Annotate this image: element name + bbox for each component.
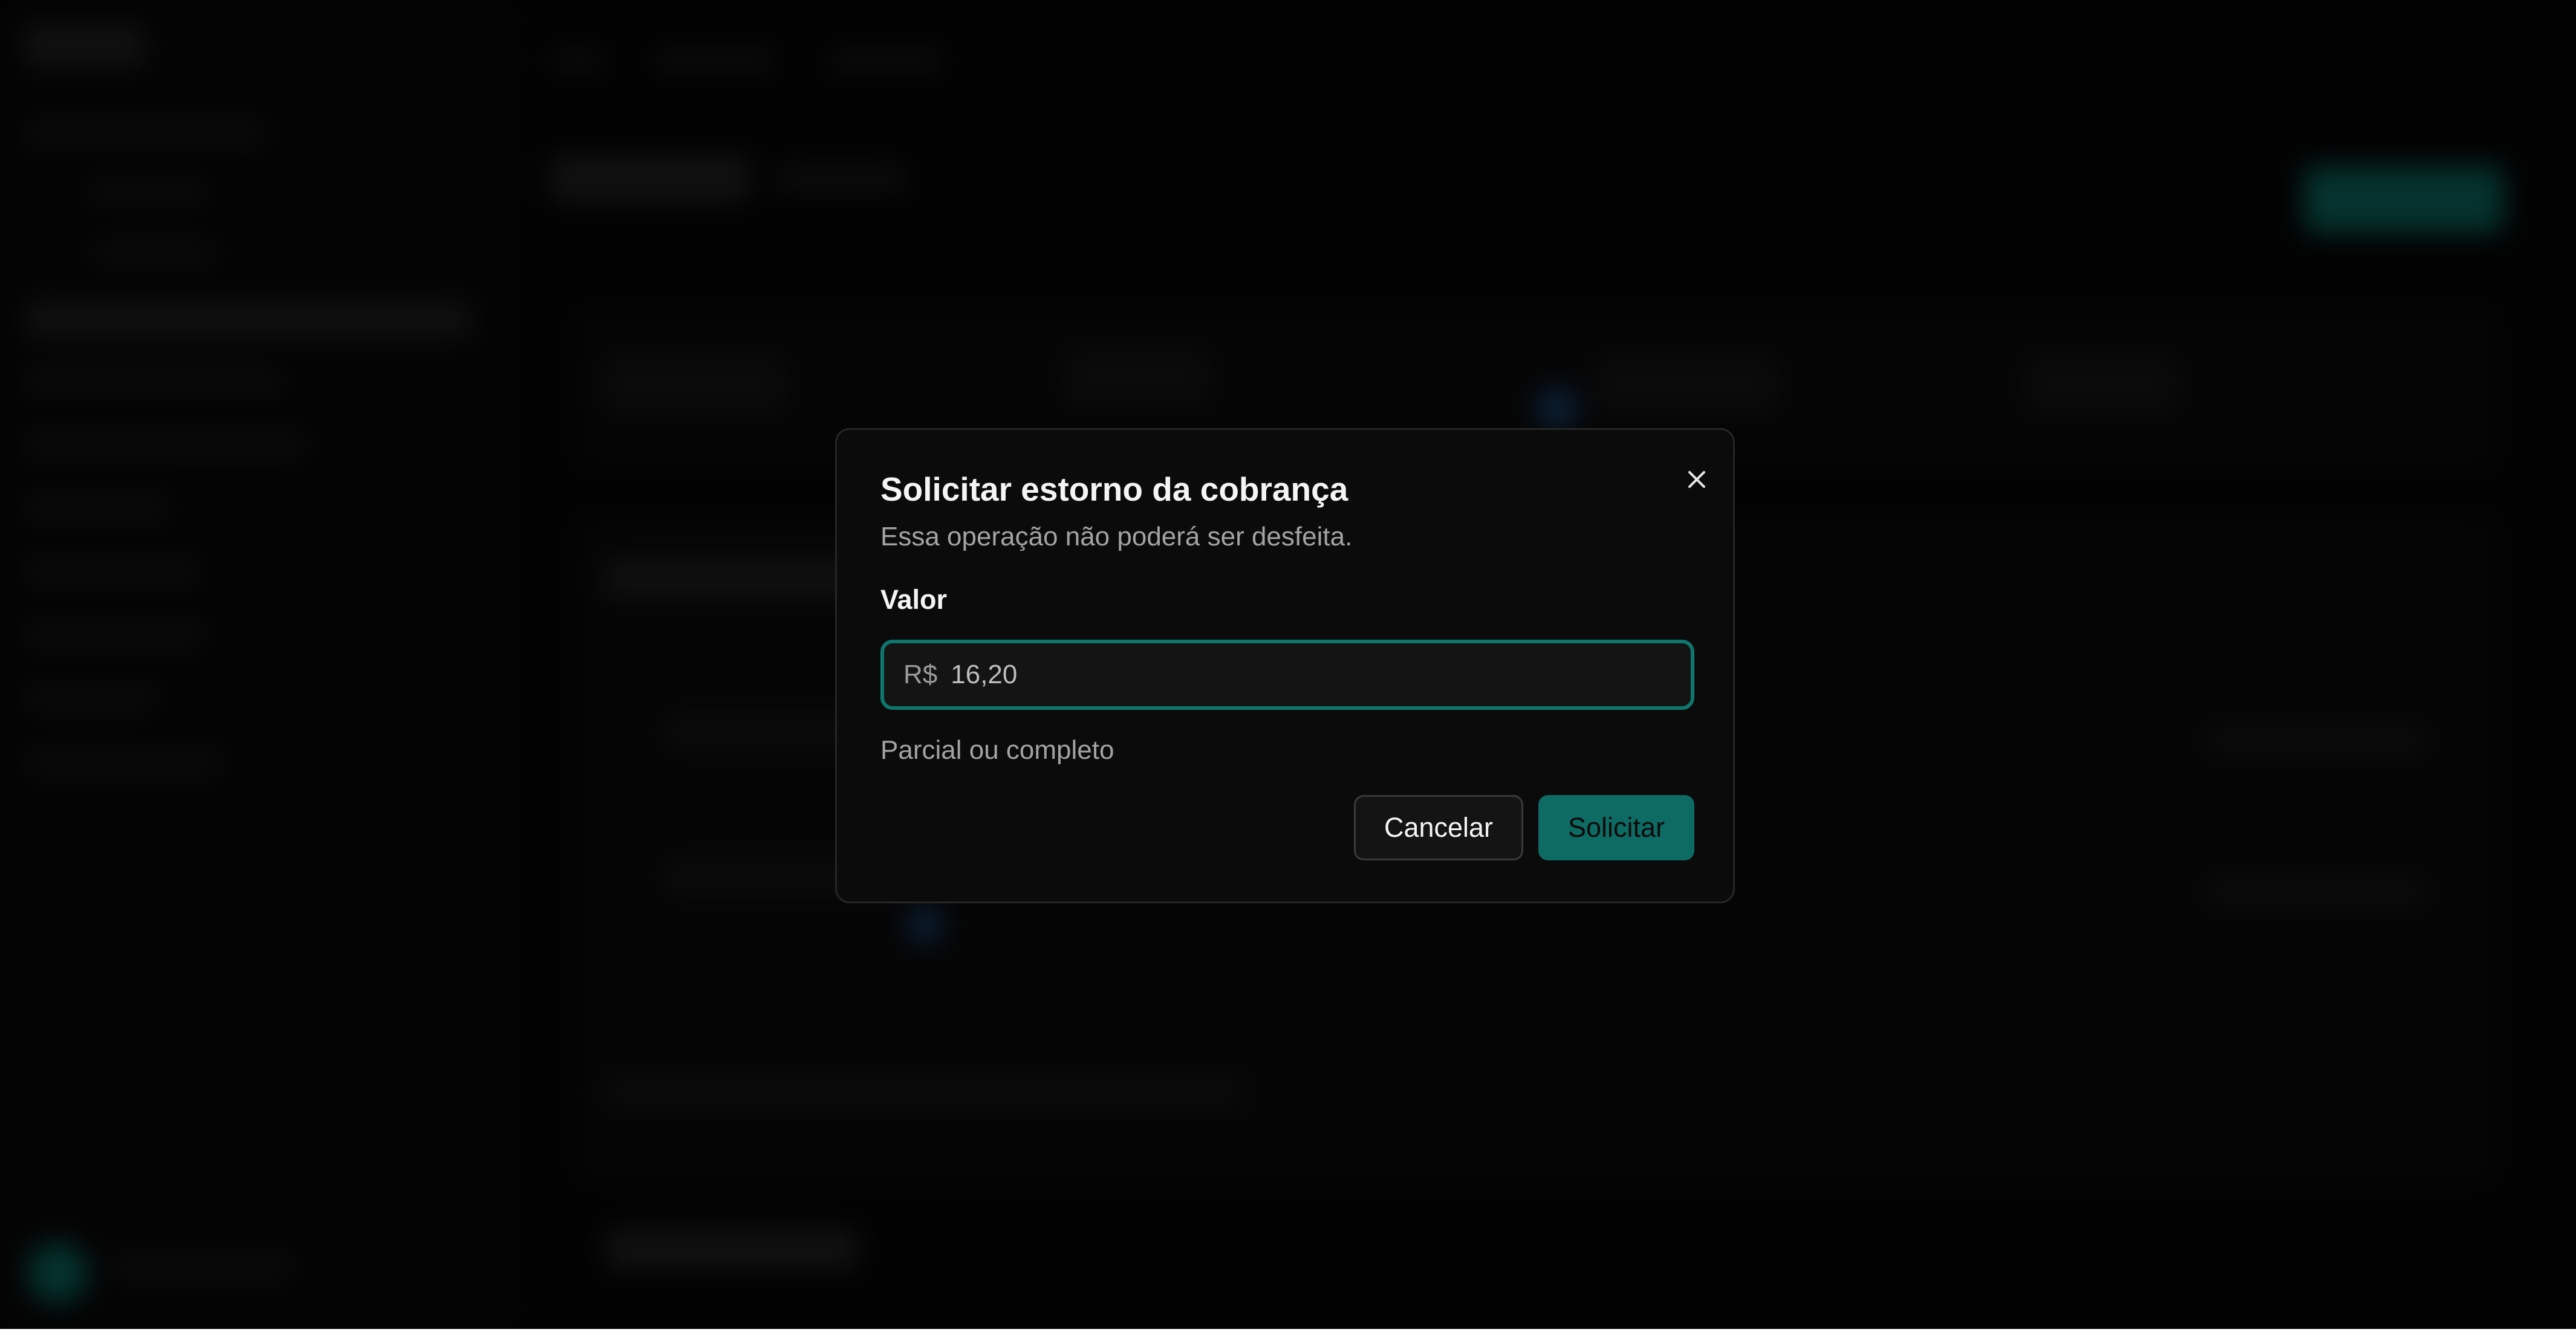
amount-helper-text: Parcial ou completo bbox=[880, 735, 1114, 765]
dialog-title: Solicitar estorno da cobrança bbox=[880, 470, 1348, 508]
refund-dialog: Solicitar estorno da cobrança Essa opera… bbox=[835, 428, 1735, 903]
close-icon bbox=[1688, 471, 1705, 488]
cancel-button[interactable]: Cancelar bbox=[1354, 795, 1523, 860]
dialog-subtitle: Essa operação não poderá ser desfeita. bbox=[880, 522, 1353, 551]
amount-field[interactable]: R$ bbox=[880, 640, 1694, 710]
amount-label: Valor bbox=[880, 584, 948, 615]
submit-button[interactable]: Solicitar bbox=[1538, 795, 1694, 860]
close-button[interactable] bbox=[1679, 461, 1715, 498]
currency-prefix: R$ bbox=[903, 660, 938, 689]
app-screen: Solicitar estorno da cobrança Essa opera… bbox=[0, 0, 2576, 1329]
amount-input[interactable] bbox=[951, 660, 1691, 690]
